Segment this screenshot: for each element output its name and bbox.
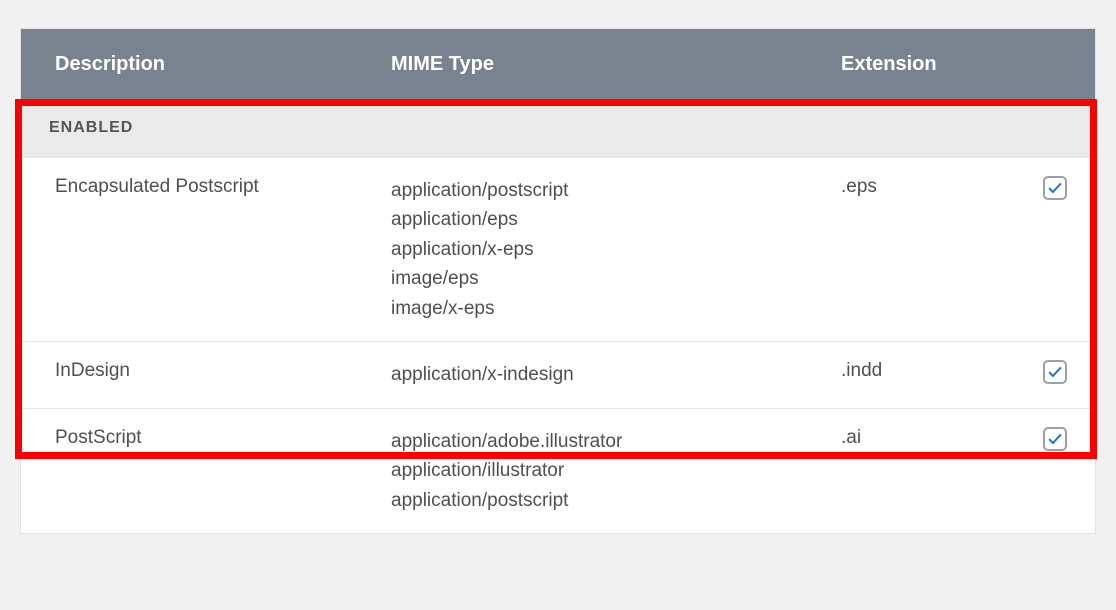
row-mime-list: application/adobe.illustratorapplication…	[391, 427, 841, 515]
group-header-enabled: ENABLED	[21, 99, 1095, 157]
row-mime-list: application/x-indesign	[391, 360, 841, 389]
row-enable-checkbox[interactable]	[1043, 427, 1067, 451]
row-description: PostScript	[21, 427, 391, 449]
row-mime-list: application/postscriptapplication/epsapp…	[391, 176, 841, 323]
table-row: PostScriptapplication/adobe.illustratora…	[21, 408, 1095, 533]
row-extension: .eps	[841, 176, 1021, 198]
mime-value: application/x-eps	[391, 235, 841, 264]
row-extension: .ai	[841, 427, 1021, 449]
mime-value: application/eps	[391, 205, 841, 234]
row-description: Encapsulated Postscript	[21, 176, 391, 198]
row-extension: .indd	[841, 360, 1021, 382]
check-icon	[1047, 180, 1063, 196]
header-extension: Extension	[841, 53, 1021, 76]
file-types-table: Description MIME Type Extension ENABLED …	[20, 28, 1096, 534]
header-mime: MIME Type	[391, 53, 841, 76]
mime-value: application/x-indesign	[391, 360, 841, 389]
table-row: InDesignapplication/x-indesign.indd	[21, 341, 1095, 407]
mime-value: application/adobe.illustrator	[391, 427, 841, 456]
mime-value: image/x-eps	[391, 294, 841, 323]
mime-value: application/illustrator	[391, 456, 841, 485]
check-icon	[1047, 364, 1063, 380]
row-enable-checkbox[interactable]	[1043, 176, 1067, 200]
check-icon	[1047, 431, 1063, 447]
table-header: Description MIME Type Extension	[21, 29, 1095, 99]
mime-value: application/postscript	[391, 176, 841, 205]
mime-value: image/eps	[391, 264, 841, 293]
table-row: Encapsulated Postscriptapplication/posts…	[21, 157, 1095, 341]
row-description: InDesign	[21, 360, 391, 382]
mime-value: application/postscript	[391, 486, 841, 515]
header-description: Description	[21, 53, 391, 76]
row-enable-checkbox[interactable]	[1043, 360, 1067, 384]
